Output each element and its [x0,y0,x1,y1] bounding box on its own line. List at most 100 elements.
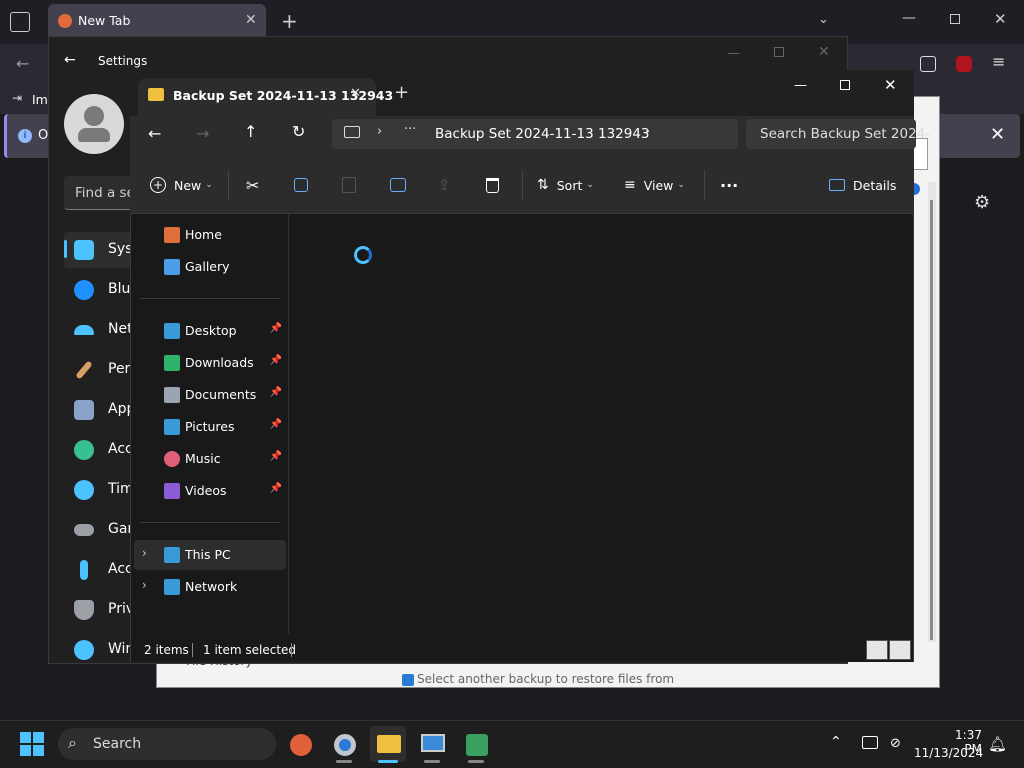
explorer-tab-close-icon[interactable]: ✕ [350,86,361,101]
shield-icon [402,674,414,686]
details-view-toggle[interactable] [866,640,888,660]
tab-list-icon[interactable]: ⌄ [818,12,829,27]
app-running-indicator [424,760,440,763]
file-explorer-icon [377,735,401,753]
taskbar-search-box[interactable] [58,728,276,760]
explorer-content-area[interactable] [290,214,913,634]
status-separator [291,643,292,657]
infobar-close-icon[interactable]: ✕ [990,124,1005,145]
nav-item-label: Network [185,579,238,594]
settings-maximize-icon[interactable] [774,47,784,57]
pin-icon[interactable]: 📌 [270,323,282,334]
cut-button[interactable]: ✂ [246,170,259,200]
explorer-close-icon[interactable]: ✕ [884,76,897,94]
explorer-maximize-icon[interactable] [840,80,850,90]
copy-button[interactable] [294,170,308,200]
back-icon[interactable]: ← [16,54,29,73]
new-button[interactable]: + New ⌄ [150,170,213,200]
pin-icon[interactable]: 📌 [270,387,282,398]
nav-item-downloads[interactable]: Downloads 📌 [134,348,286,378]
gear-icon[interactable]: ⚙ [974,192,990,213]
explorer-minimize-icon[interactable]: — [794,78,807,93]
avatar[interactable] [64,94,124,154]
sort-button[interactable]: ⇅ Sort ⌄ [537,170,594,200]
ublock-icon[interactable] [956,56,972,72]
pin-icon[interactable]: 📌 [270,355,282,366]
explorer-refresh-icon[interactable]: ↻ [292,122,305,141]
breadcrumb-overflow-icon[interactable]: ··· [404,122,416,137]
breadcrumb-chevron-icon[interactable]: › [645,124,650,139]
expand-chevron-icon[interactable]: › [142,578,147,592]
share-button[interactable]: ⇪ [438,170,451,200]
nav-item-desktop[interactable]: Desktop 📌 [134,316,286,346]
tab-close-icon[interactable]: ✕ [245,12,257,28]
rename-icon [390,178,406,192]
explorer-back-icon[interactable]: ← [148,124,161,143]
minimize-icon[interactable]: — [902,10,916,26]
restore-icon[interactable] [950,14,960,24]
nav-item-pictures[interactable]: Pictures 📌 [134,412,286,442]
nav-item-network[interactable]: › Network [134,572,286,602]
home-icon [164,227,180,243]
notification-bell-icon[interactable]: 🔔︎ [988,735,1007,753]
taskbar-control-panel[interactable] [414,726,450,762]
explorer-forward-icon[interactable]: → [196,124,209,143]
taskbar-file-explorer[interactable] [370,726,406,762]
paste-button[interactable] [342,170,356,200]
taskbar-date[interactable]: 11/13/2024 [914,746,983,760]
settings-minimize-icon[interactable]: — [727,46,740,61]
import-bookmark-icon[interactable]: ⇥ [12,91,22,105]
pin-icon[interactable]: 📌 [270,419,282,430]
app-active-indicator [378,760,398,763]
pin-icon[interactable]: 📌 [270,451,282,462]
volume-muted-icon[interactable]: ⊘ [890,736,901,751]
new-tab-icon[interactable]: + [281,9,298,33]
settings-back-icon[interactable]: ← [64,52,76,68]
settings-title: Settings [98,54,148,68]
rename-button[interactable] [390,170,406,200]
nav-item-documents[interactable]: Documents 📌 [134,380,286,410]
explorer-up-icon[interactable]: ↑ [244,122,257,141]
view-button[interactable]: ≡ View ⌄ [624,170,685,200]
time-icon [74,480,94,500]
backup-scroll-thumb[interactable] [930,200,933,640]
documents-icon [164,387,180,403]
nav-item-this-pc[interactable]: › This PC [134,540,286,570]
share-icon: ⇪ [438,176,451,194]
music-icon [164,451,180,467]
more-options-button[interactable]: ··· [720,170,738,200]
close-icon[interactable]: ✕ [994,10,1007,28]
large-icons-view-toggle[interactable] [889,640,911,660]
breadcrumb-chevron-icon[interactable]: › [377,124,382,139]
tab-overview-icon[interactable] [10,12,30,32]
select-backup-link[interactable]: Select another backup to restore files f… [417,672,674,686]
extensions-icon[interactable] [920,56,936,72]
delete-button[interactable] [486,170,499,200]
pin-icon[interactable]: 📌 [270,483,282,494]
gaming-icon [74,524,94,536]
nav-item-gallery[interactable]: Gallery [134,252,286,282]
settings-close-icon[interactable]: ✕ [818,44,830,60]
accessibility-icon [80,560,88,580]
expand-chevron-icon[interactable]: › [142,546,147,560]
menu-icon[interactable]: ≡ [992,52,1005,71]
sort-icon: ⇅ [537,177,549,193]
nav-item-music[interactable]: Music 📌 [134,444,286,474]
recycle-tool-icon [466,734,488,756]
start-button[interactable] [20,732,44,756]
taskbar-recycle-tool[interactable] [458,726,494,762]
sort-button-label: Sort [556,177,583,193]
breadcrumb-current[interactable]: Backup Set 2024-11-13 132943 [435,126,650,142]
taskbar-settings[interactable] [326,726,362,762]
nav-item-home[interactable]: Home [134,220,286,250]
display-icon[interactable] [862,736,878,749]
taskbar-firefox[interactable] [282,726,318,762]
chevron-up-icon[interactable]: ⌃ [830,734,842,750]
explorer-new-tab-icon[interactable]: + [394,82,409,103]
nav-item-label: Documents [185,387,257,402]
windows-logo-tile [20,732,31,743]
app-running-indicator [336,760,352,763]
active-nav-indicator [64,240,67,258]
details-button[interactable]: Details [829,170,896,200]
nav-item-videos[interactable]: Videos 📌 [134,476,286,506]
